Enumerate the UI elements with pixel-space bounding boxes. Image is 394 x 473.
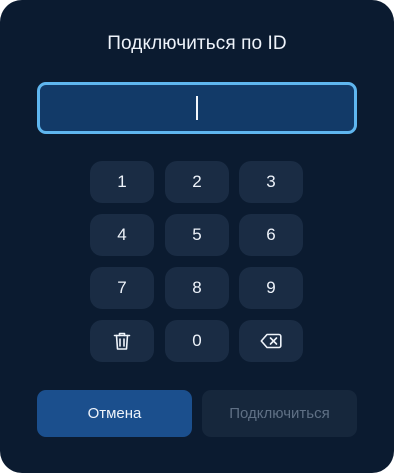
key-4[interactable]: 4 bbox=[90, 214, 154, 256]
key-3-label: 3 bbox=[266, 172, 276, 191]
key-9-label: 9 bbox=[266, 278, 276, 297]
key-5-label: 5 bbox=[192, 225, 202, 244]
key-1[interactable]: 1 bbox=[90, 161, 154, 203]
cancel-button-label: Отмена bbox=[87, 405, 142, 422]
key-2-label: 2 bbox=[192, 172, 202, 191]
cancel-button[interactable]: Отмена bbox=[37, 390, 192, 437]
key-6-label: 6 bbox=[266, 225, 276, 244]
key-8-label: 8 bbox=[192, 278, 202, 297]
clear-button[interactable] bbox=[90, 320, 154, 362]
connect-button[interactable]: Подключиться bbox=[202, 390, 357, 437]
key-5[interactable]: 5 bbox=[165, 214, 229, 256]
connect-by-id-dialog: Подключиться по ID 1 2 3 4 5 6 7 8 9 0 О… bbox=[0, 0, 394, 473]
key-0[interactable]: 0 bbox=[165, 320, 229, 362]
backspace-button[interactable] bbox=[239, 320, 303, 362]
key-7[interactable]: 7 bbox=[90, 267, 154, 309]
key-7-label: 7 bbox=[117, 278, 127, 297]
key-8[interactable]: 8 bbox=[165, 267, 229, 309]
key-3[interactable]: 3 bbox=[239, 161, 303, 203]
text-caret bbox=[196, 96, 198, 120]
key-1-label: 1 bbox=[117, 172, 127, 191]
key-0-label: 0 bbox=[192, 331, 202, 350]
key-4-label: 4 bbox=[117, 225, 127, 244]
key-2[interactable]: 2 bbox=[165, 161, 229, 203]
key-6[interactable]: 6 bbox=[239, 214, 303, 256]
trash-icon bbox=[113, 331, 131, 351]
dialog-title: Подключиться по ID bbox=[107, 33, 287, 54]
key-9[interactable]: 9 bbox=[239, 267, 303, 309]
connect-button-label: Подключиться bbox=[229, 405, 330, 422]
backspace-icon bbox=[260, 333, 282, 349]
